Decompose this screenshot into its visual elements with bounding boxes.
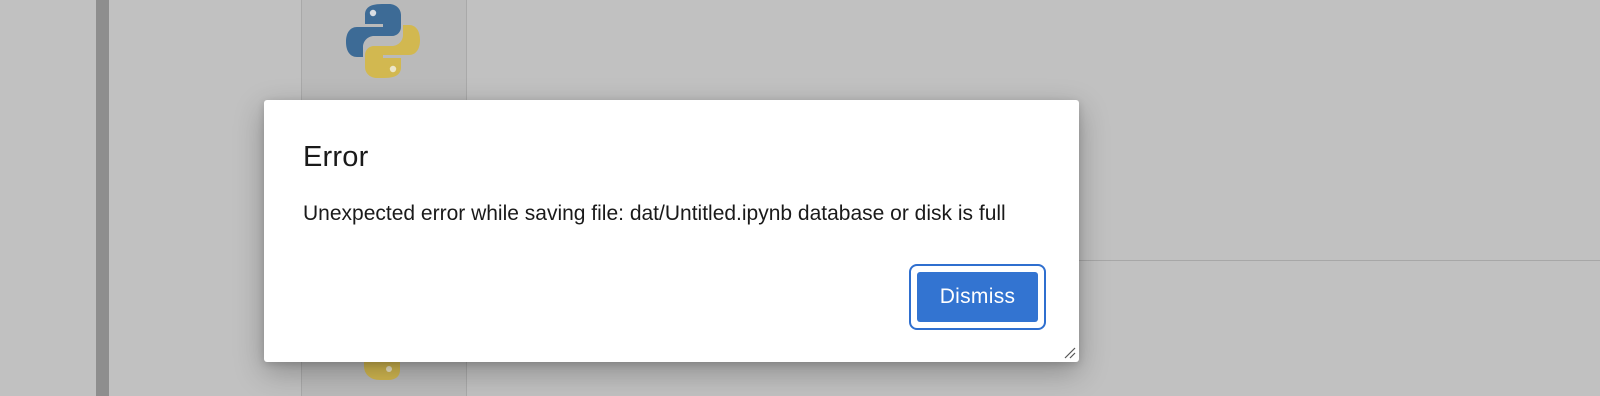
dismiss-button[interactable]: Dismiss (917, 272, 1038, 322)
error-dialog: Error Unexpected error while saving file… (264, 100, 1079, 362)
resize-grip-icon[interactable] (1062, 345, 1076, 359)
dialog-message: Unexpected error while saving file: dat/… (303, 202, 1006, 225)
left-sidebar-strip (96, 0, 109, 396)
dialog-title: Error (303, 141, 369, 173)
panel-divider (1072, 260, 1600, 261)
python-logo-icon (346, 4, 420, 78)
